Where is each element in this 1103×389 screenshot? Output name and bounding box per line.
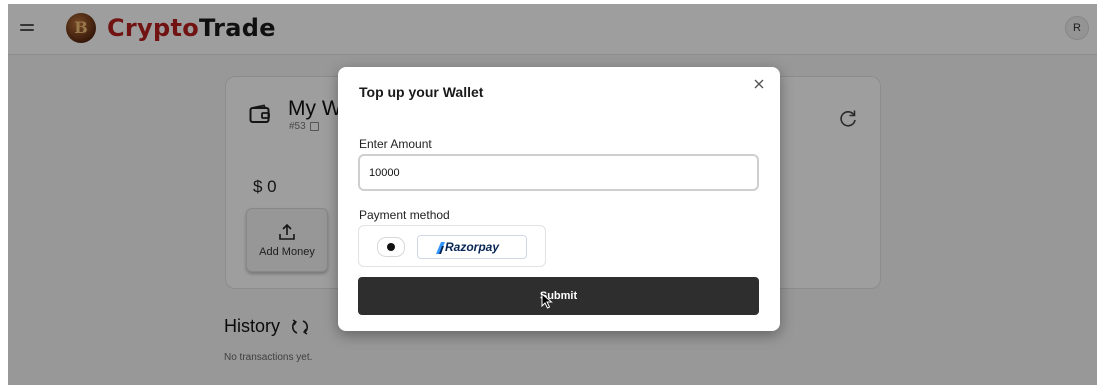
- amount-input[interactable]: [358, 154, 759, 191]
- submit-button[interactable]: Submit: [358, 277, 759, 315]
- razorpay-mark-icon: [436, 242, 445, 254]
- modal-title: Top up your Wallet: [359, 84, 484, 100]
- payment-option[interactable]: Razorpay: [358, 225, 546, 267]
- amount-label: Enter Amount: [359, 137, 432, 151]
- app-frame: B CryptoTrade R My Wallet #53 $ 0 Add Mo…: [8, 4, 1097, 385]
- razorpay-text: Razorpay: [445, 240, 500, 254]
- payment-radio[interactable]: [377, 237, 405, 257]
- payment-method-label: Payment method: [359, 208, 450, 222]
- razorpay-logo[interactable]: Razorpay: [417, 235, 527, 259]
- cursor-icon: [541, 293, 553, 309]
- close-icon[interactable]: [752, 77, 766, 91]
- top-up-modal: Top up your Wallet Enter Amount Payment …: [338, 67, 780, 331]
